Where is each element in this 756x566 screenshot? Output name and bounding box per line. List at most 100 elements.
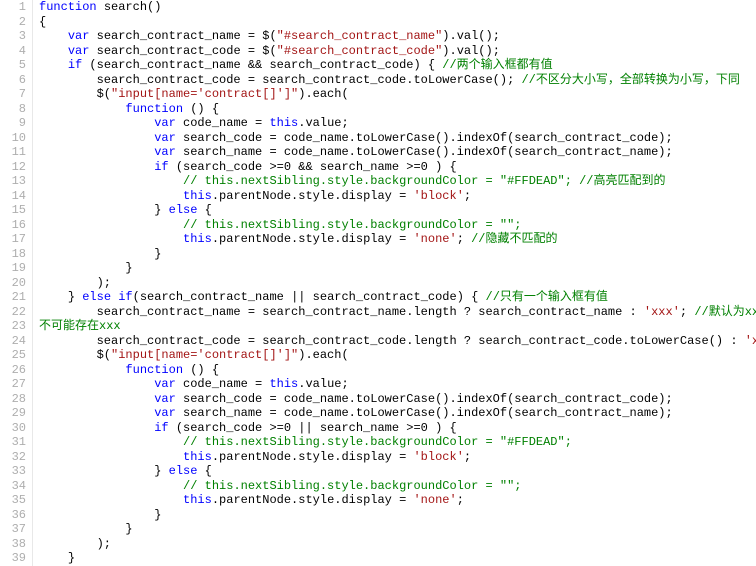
- code-line: function search(): [39, 0, 756, 15]
- token-com: //只有一个输入框有值: [486, 290, 608, 304]
- token-this: this: [183, 450, 212, 464]
- line-number: 23: [4, 319, 26, 334]
- token-com: // this.nextSibling.style.backgroundColo…: [183, 435, 572, 449]
- code-content: function search(){ var search_contract_n…: [33, 0, 756, 566]
- code-line: if (search_code >=0 && search_name >=0 )…: [39, 160, 756, 175]
- line-number: 17: [4, 232, 26, 247]
- token-var: search_contract_code = $(: [97, 44, 277, 58]
- code-line: var code_name = this.value;: [39, 116, 756, 131]
- line-number: 39: [4, 551, 26, 566]
- token-kw: else if: [82, 290, 132, 304]
- code-line: this.parentNode.style.display = 'none'; …: [39, 232, 756, 247]
- token-com: // this.nextSibling.style.backgroundColo…: [183, 174, 665, 188]
- token-str: 'block': [413, 450, 463, 464]
- token-kw: if: [154, 421, 168, 435]
- line-number: 22: [4, 305, 26, 320]
- token-punc: (): [147, 0, 161, 14]
- code-line: if (search_contract_name && search_contr…: [39, 58, 756, 73]
- code-line: }: [39, 247, 756, 262]
- token-kw: function: [125, 363, 183, 377]
- token-kw: var: [154, 392, 176, 406]
- token-var: ;: [464, 450, 471, 464]
- token-var: }: [154, 464, 168, 478]
- code-line: var search_name = code_name.toLowerCase(…: [39, 406, 756, 421]
- line-number: 18: [4, 247, 26, 262]
- code-line: search_contract_code = search_contract_c…: [39, 73, 756, 88]
- code-line: }: [39, 508, 756, 523]
- line-number: 26: [4, 363, 26, 378]
- code-line: search_contract_name = search_contract_n…: [39, 305, 756, 320]
- token-var: {: [205, 464, 212, 478]
- line-number: 5: [4, 58, 26, 73]
- token-str: 'block': [413, 189, 463, 203]
- token-this: this: [269, 116, 298, 130]
- token-str: 'xxx': [644, 305, 680, 319]
- line-number: 27: [4, 377, 26, 392]
- token-var: }: [154, 508, 161, 522]
- code-line: }: [39, 522, 756, 537]
- token-kw: else: [169, 464, 198, 478]
- code-line: // this.nextSibling.style.backgroundColo…: [39, 218, 756, 233]
- token-var: ).each(: [298, 87, 348, 101]
- code-line: var search_code = code_name.toLowerCase(…: [39, 392, 756, 407]
- token-var: (search_code >=0 || search_name >=0 ) {: [176, 421, 457, 435]
- line-number: 11: [4, 145, 26, 160]
- code-line: function () {: [39, 363, 756, 378]
- token-var: ;: [680, 305, 694, 319]
- code-line: // this.nextSibling.style.backgroundColo…: [39, 479, 756, 494]
- token-var: (search_contract_name && search_contract…: [89, 58, 442, 72]
- token-var: }: [68, 290, 82, 304]
- code-line: {: [39, 15, 756, 30]
- token-var: ).each(: [298, 348, 348, 362]
- token-var: }: [154, 247, 161, 261]
- code-line: this.parentNode.style.display = 'block';: [39, 450, 756, 465]
- line-number: 12: [4, 160, 26, 175]
- token-com: //两个输入框都有值: [442, 58, 552, 72]
- line-number: 19: [4, 261, 26, 276]
- line-number: 38: [4, 537, 26, 552]
- token-var: ;: [464, 189, 471, 203]
- token-str: 'none': [413, 493, 456, 507]
- line-number: 3: [4, 29, 26, 44]
- line-number: 2: [4, 15, 26, 30]
- token-str: "input[name='contract[]']": [111, 87, 298, 101]
- line-number: 4: [4, 44, 26, 59]
- token-com: //隐藏不匹配的: [471, 232, 557, 246]
- line-number: 14: [4, 189, 26, 204]
- line-number: 36: [4, 508, 26, 523]
- code-line: $("input[name='contract[]']").each(: [39, 87, 756, 102]
- token-kw: if: [68, 58, 82, 72]
- token-var: code_name =: [183, 116, 269, 130]
- code-line: }: [39, 551, 756, 566]
- code-line: // this.nextSibling.style.backgroundColo…: [39, 435, 756, 450]
- code-line: var code_name = this.value;: [39, 377, 756, 392]
- line-number: 10: [4, 131, 26, 146]
- token-var: .parentNode.style.display =: [212, 232, 414, 246]
- line-number: 6: [4, 73, 26, 88]
- code-line: } else {: [39, 464, 756, 479]
- token-var: .parentNode.style.display =: [212, 189, 414, 203]
- token-var: .parentNode.style.display =: [212, 493, 414, 507]
- token-kw: var: [154, 145, 176, 159]
- token-this: this: [183, 189, 212, 203]
- token-var: }: [68, 551, 75, 565]
- line-number: 29: [4, 406, 26, 421]
- code-line: 不可能存在xxx: [39, 319, 756, 334]
- line-number: 30: [4, 421, 26, 436]
- token-var: search_contract_code = search_contract_c…: [97, 334, 745, 348]
- token-var: search_code = code_name.toLowerCase().in…: [183, 392, 673, 406]
- code-line: }: [39, 261, 756, 276]
- code-line: var search_contract_code = $("#search_co…: [39, 44, 756, 59]
- token-var: $(: [97, 348, 111, 362]
- code-line: this.parentNode.style.display = 'block';: [39, 189, 756, 204]
- token-var: ).val();: [442, 29, 500, 43]
- token-str: 'none': [413, 232, 456, 246]
- code-line: search_contract_code = search_contract_c…: [39, 334, 756, 349]
- token-var: }: [125, 261, 132, 275]
- token-kw: function: [125, 102, 183, 116]
- line-number: 20: [4, 276, 26, 291]
- token-var: () {: [190, 363, 219, 377]
- token-this: this: [183, 232, 212, 246]
- token-var: search_contract_name = search_contract_n…: [97, 305, 644, 319]
- line-number-gutter: 1234567891011121314151617181920212223242…: [0, 0, 33, 566]
